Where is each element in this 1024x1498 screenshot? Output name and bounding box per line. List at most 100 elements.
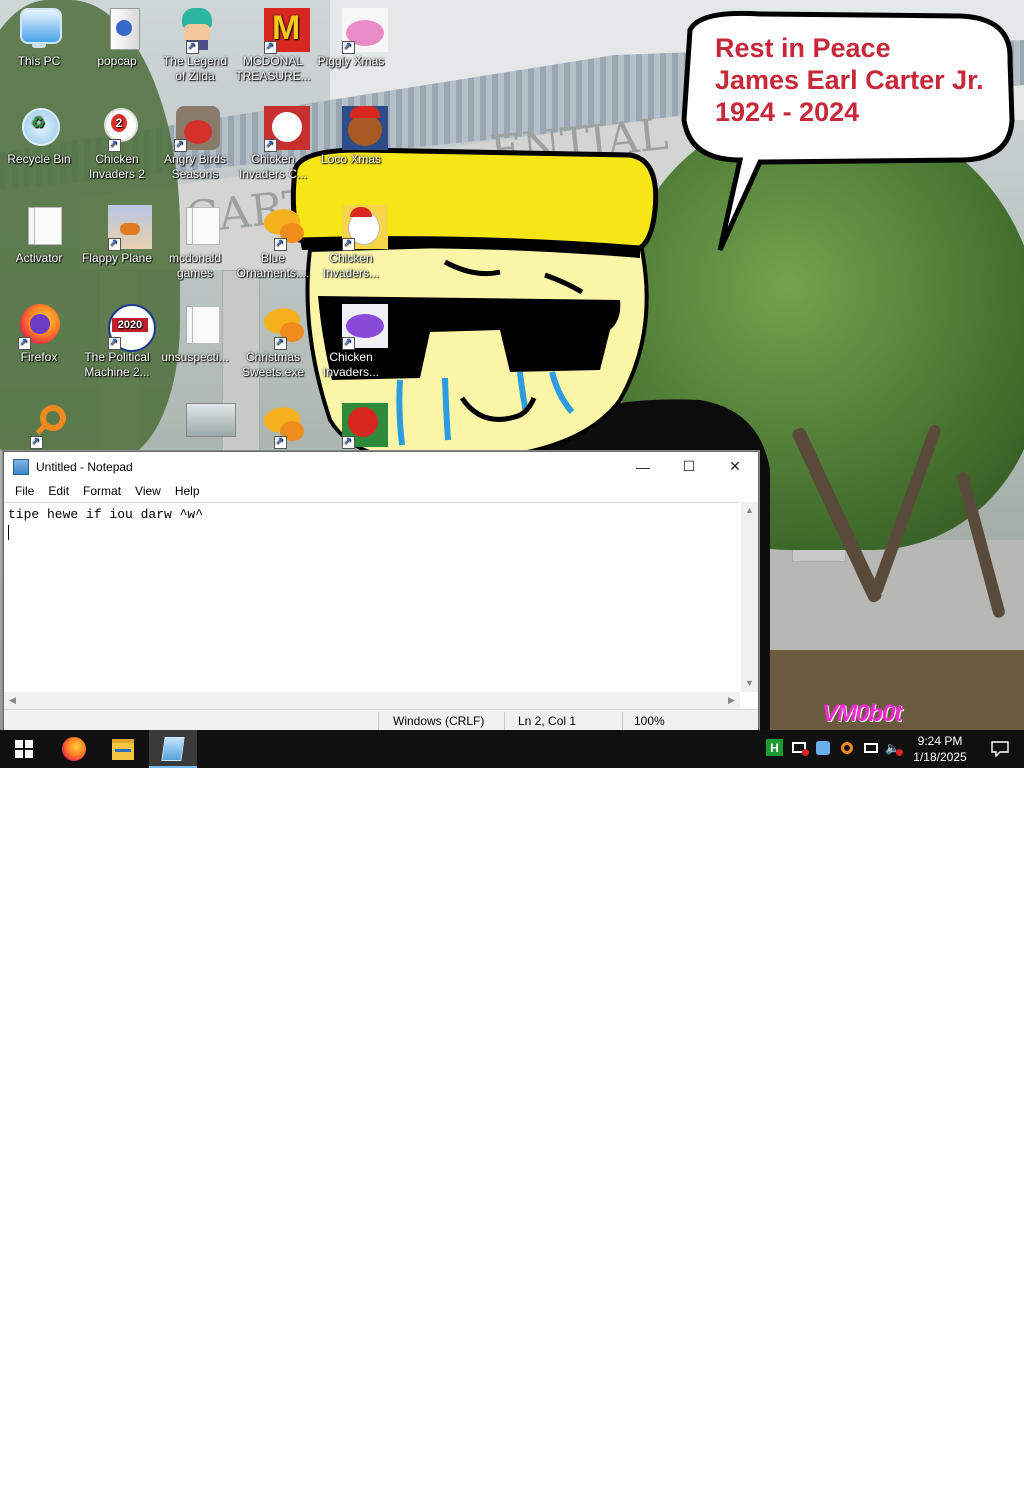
desktop-icon-chicken-invaders-4[interactable]: Chicken Invaders... [313, 302, 389, 380]
icon-label: Piggly Xmas [317, 54, 385, 68]
plane-icon [94, 203, 152, 251]
computer-icon [16, 6, 62, 52]
ornaments-icon [250, 401, 304, 449]
close-button[interactable]: ✕ [712, 452, 758, 481]
vertical-scrollbar[interactable]: ▲ ▼ [741, 502, 758, 692]
desktop-icon-activator[interactable]: Activator [1, 203, 77, 266]
taskbar-notepad[interactable] [149, 730, 197, 768]
bear-icon [328, 104, 388, 150]
notepad-icon [13, 458, 29, 475]
file-explorer-icon [112, 738, 134, 760]
magnifier-icon [16, 401, 66, 449]
angry-birds-icon [172, 104, 220, 152]
text-line: tipe hewe if iou darw ^w^ [8, 507, 204, 522]
windows-logo-icon [15, 740, 33, 758]
network-status-icon[interactable] [814, 739, 831, 756]
icon-label: Christmas Sweets.exe [241, 350, 305, 379]
file-icon [172, 302, 220, 348]
title-bar[interactable]: Untitled - Notepad — ☐ ✕ [4, 452, 758, 481]
desktop-icon-this-pc[interactable]: This PC [1, 6, 77, 69]
desktop-icon-mcdonal-treasure[interactable]: M MCDONAL TREASURE... [235, 6, 311, 84]
icon-label: Flappy Plane [81, 251, 153, 265]
recycle-bin-icon: ♻ [16, 104, 62, 150]
icon-label: This PC [17, 54, 61, 68]
scroll-up-icon[interactable]: ▲ [741, 502, 758, 519]
notepad-window[interactable]: Untitled - Notepad — ☐ ✕ File Edit Forma… [3, 451, 759, 732]
watermark: VM0b0t [822, 700, 902, 727]
desktop-icon-chicken-invaders-c[interactable]: Chicken Invaders C... [235, 104, 311, 182]
bubble-line: 1924 - 2024 [715, 97, 860, 127]
network-icon[interactable] [862, 739, 879, 756]
scroll-left-icon[interactable]: ◀ [4, 692, 21, 709]
status-cursor-position: Ln 2, Col 1 [518, 714, 577, 728]
firefox-icon [16, 302, 62, 350]
bubble-line: James Earl Carter Jr. [715, 65, 984, 95]
system-clock[interactable]: 9:24 PM 1/18/2025 [908, 733, 972, 765]
status-bar: Windows (CRLF) Ln 2, Col 1 100% [4, 709, 758, 732]
menu-view[interactable]: View [128, 484, 168, 498]
desktop-icon-mcdonald-games[interactable]: mcdonald games [157, 203, 233, 281]
start-button[interactable] [0, 730, 48, 768]
icon-label: The Legend of Zilda [162, 54, 228, 83]
menu-file[interactable]: File [8, 484, 41, 498]
firefox-icon [62, 737, 86, 761]
desktop-icon-political-machine[interactable]: 2020 The Political Machine 2... [79, 302, 156, 380]
horizontal-scrollbar[interactable]: ◀ ▶ [4, 692, 740, 709]
icon-label: Chicken Invaders 2 [88, 152, 146, 181]
file-icon [16, 203, 62, 249]
icon-label: Recycle Bin [7, 152, 71, 166]
menu-edit[interactable]: Edit [41, 484, 76, 498]
desktop-icon-chicken-invaders-3[interactable]: Chicken Invaders... [313, 203, 389, 281]
notification-center-button[interactable] [976, 730, 1024, 768]
desktop-icon-recycle-bin[interactable]: ♻ Recycle Bin [1, 104, 77, 167]
desktop-icon-chicken-invaders-2[interactable]: 2 Chicken Invaders 2 [79, 104, 155, 182]
desktop-icon-ornaments[interactable] [235, 401, 311, 449]
ornaments-icon [250, 203, 304, 251]
desktop-icon-image[interactable] [157, 401, 236, 449]
desktop-icon-popcap[interactable]: popcap [79, 6, 155, 69]
icon-label: Chicken Invaders... [322, 251, 380, 280]
monitor-icon[interactable] [790, 739, 809, 756]
scroll-right-icon[interactable]: ▶ [723, 692, 740, 709]
maximize-button[interactable]: ☐ [666, 452, 712, 481]
icon-label: Angry Birds Seasons [163, 152, 227, 181]
desktop-icon-christmas-sweets[interactable]: Christmas Sweets.exe [235, 302, 311, 380]
chicken-icon [328, 302, 388, 350]
notification-icon [991, 741, 1009, 757]
desktop-icon-loco-xmas[interactable]: Loco Xmas [313, 104, 389, 167]
icon-label: unsuspecti... [161, 350, 229, 364]
menu-help[interactable]: Help [168, 484, 207, 498]
desktop-icon-piggly-xmas[interactable]: Piggly Xmas [313, 6, 389, 69]
menu-format[interactable]: Format [76, 484, 128, 498]
chicken-icon [328, 203, 388, 251]
desktop-icon-chicken-invaders-5[interactable] [313, 401, 389, 449]
icon-label: Chicken Invaders... [322, 350, 380, 379]
desktop-icon-angry-birds-seasons[interactable]: Angry Birds Seasons [157, 104, 233, 182]
text-editor[interactable]: tipe hewe if iou darw ^w^ [4, 502, 740, 692]
desktop-icon-unsuspecti[interactable]: unsuspecti... [157, 302, 233, 365]
desktop-icon-flappy-plane[interactable]: Flappy Plane [79, 203, 155, 266]
icon-label: MCDONAL TREASURE... [235, 54, 311, 83]
icon-label: mcdonald games [168, 251, 222, 280]
menu-bar: File Edit Format View Help [4, 481, 758, 501]
cursor-tree-icon [266, 1474, 306, 1498]
desktop-icon-firefox[interactable]: Firefox [1, 302, 77, 365]
volume-muted-icon[interactable]: 🔈 [884, 739, 903, 756]
taskbar-file-explorer[interactable] [99, 730, 147, 768]
desktop-icon-magnifier[interactable] [1, 401, 77, 449]
speech-bubble-text: Rest in Peace James Earl Carter Jr. 1924… [715, 32, 984, 128]
bubble-line: Rest in Peace [715, 33, 891, 63]
icon-label: The Political Machine 2... [84, 350, 150, 379]
desktop-icon-legend-of-zilda[interactable]: The Legend of Zilda [157, 6, 233, 84]
minimize-button[interactable]: — [620, 452, 666, 481]
h-app-icon[interactable]: H [766, 739, 783, 756]
magnifier-icon[interactable] [838, 739, 855, 756]
desktop-icon-blue-ornaments[interactable]: Blue Ornaments.... [235, 203, 311, 281]
mcdonalds-icon: M [250, 6, 310, 54]
scroll-down-icon[interactable]: ▼ [741, 675, 758, 692]
chicken-icon [250, 104, 310, 152]
icon-label: popcap [97, 54, 137, 68]
notepad-icon [161, 737, 185, 761]
icon-label: Activator [15, 251, 63, 265]
taskbar-firefox[interactable] [50, 730, 98, 768]
